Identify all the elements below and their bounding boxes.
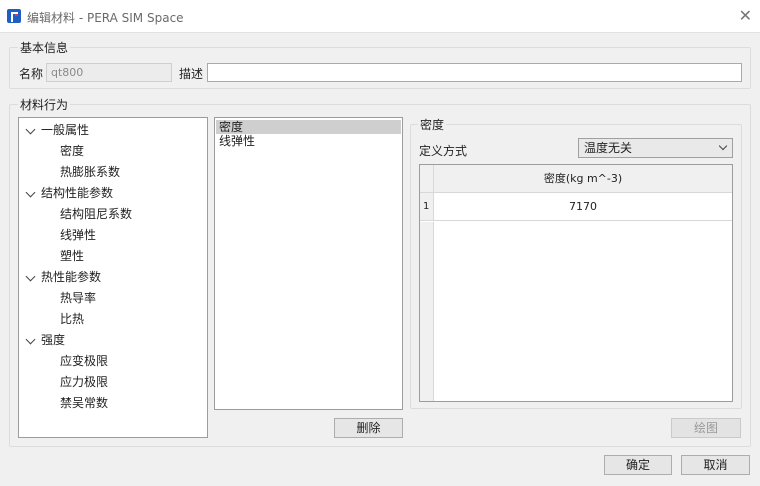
density-title: 密度	[418, 116, 447, 133]
description-label: 描述	[179, 67, 204, 81]
plot-button[interactable]: 绘图	[671, 418, 741, 438]
tree-group-label: 热性能参数	[41, 270, 102, 284]
tree-group-item[interactable]: 结构性能参数	[25, 183, 114, 203]
window-title: 编辑材料 - PERA SIM Space	[27, 11, 184, 25]
tree-group-label: 结构性能参数	[41, 186, 114, 200]
material-behavior-title: 材料行为	[18, 96, 71, 113]
tree-leaf-item[interactable]: 应变极限	[60, 351, 108, 371]
list-item[interactable]: 密度	[216, 120, 401, 134]
chevron-down-icon[interactable]	[25, 124, 36, 135]
tree-leaf-item[interactable]: 热膨胀系数	[60, 162, 120, 182]
cancel-button[interactable]: 取消	[681, 455, 750, 475]
density-table[interactable]: 密度(kg m^-3) 1 7170	[419, 164, 733, 402]
chevron-down-icon[interactable]	[25, 187, 36, 198]
chevron-down-icon	[718, 141, 728, 151]
chevron-down-icon[interactable]	[25, 271, 36, 282]
tree-leaf-item[interactable]: 应力极限	[60, 372, 108, 392]
tree-group-item[interactable]: 热性能参数	[25, 267, 102, 287]
selected-behaviors-list[interactable]: 密度 线弹性	[214, 117, 403, 410]
chevron-down-icon[interactable]	[25, 334, 36, 345]
tree-group-item[interactable]: 强度	[25, 330, 66, 350]
tree-leaf-item[interactable]: 密度	[60, 141, 84, 161]
define-method-label: 定义方式	[419, 144, 468, 158]
table-corner	[420, 165, 434, 193]
tree-group-item[interactable]: 一般属性	[25, 120, 90, 140]
define-method-value: 温度无关	[584, 141, 633, 155]
density-value-cell[interactable]: 7170	[434, 193, 732, 221]
list-item[interactable]: 线弹性	[216, 134, 401, 148]
tree-leaf-item[interactable]: 塑性	[60, 246, 84, 266]
description-field[interactable]	[207, 63, 742, 82]
row-header[interactable]: 1	[420, 193, 434, 221]
column-header-density[interactable]: 密度(kg m^-3)	[434, 165, 732, 193]
row-header-area	[420, 222, 434, 401]
tree-group-label: 强度	[41, 333, 66, 347]
tree-leaf-item[interactable]: 结构阻尼系数	[60, 204, 132, 224]
tree-leaf-item[interactable]: 比热	[60, 309, 84, 329]
tree-group-label: 一般属性	[41, 123, 90, 137]
title-bar: 编辑材料 - PERA SIM Space ✕	[0, 0, 760, 33]
name-label: 名称	[19, 67, 44, 81]
basic-info-title: 基本信息	[18, 39, 71, 56]
define-method-select[interactable]: 温度无关	[578, 138, 733, 158]
delete-button[interactable]: 删除	[334, 418, 403, 438]
close-icon[interactable]: ✕	[739, 6, 752, 25]
app-logo-icon	[7, 9, 21, 23]
tree-leaf-item[interactable]: 线弹性	[60, 225, 96, 245]
tree-leaf-item[interactable]: 禁吴常数	[60, 393, 108, 413]
tree-leaf-item[interactable]: 热导率	[60, 288, 96, 308]
behavior-tree[interactable]: 一般属性密度 热膨胀系数结构性能参数结构阻尼系数 线弹性 塑性热性能参数热导率 比热强度…	[18, 117, 208, 438]
ok-button[interactable]: 确定	[604, 455, 672, 475]
name-field: qt800	[46, 63, 172, 82]
